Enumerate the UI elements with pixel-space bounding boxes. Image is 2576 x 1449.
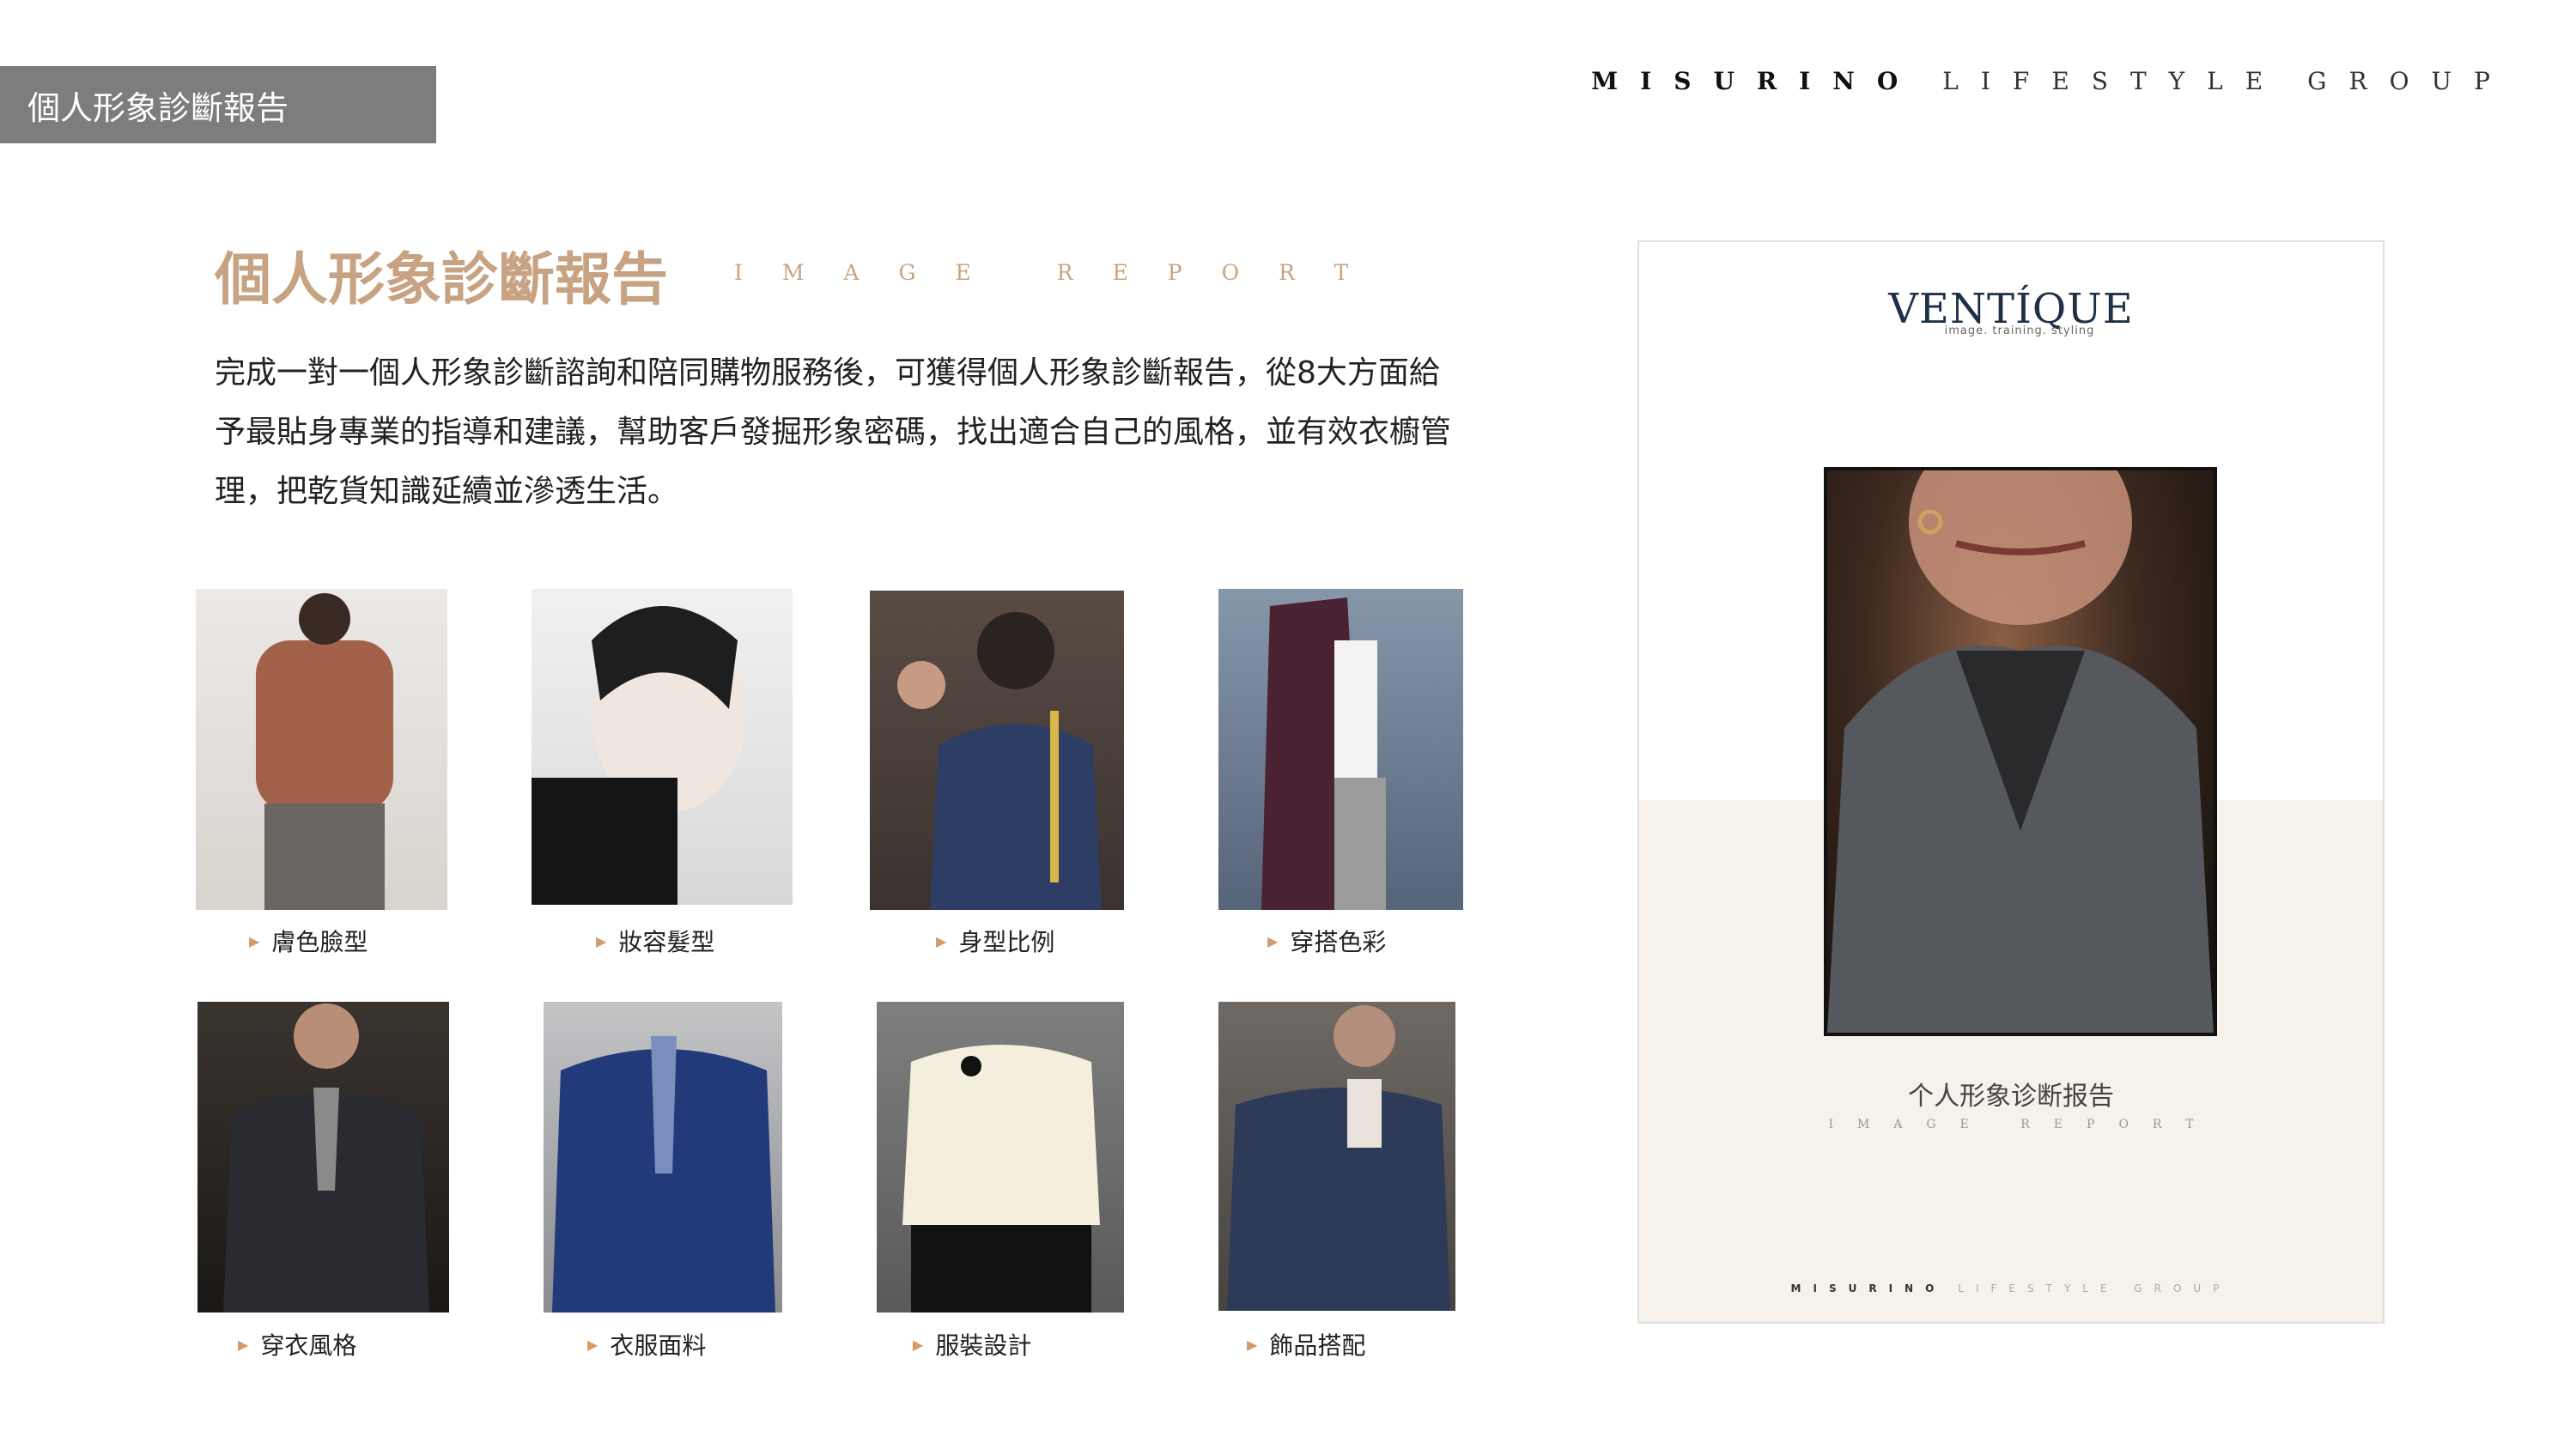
report-cover: VENTÍQUE image. training. styling 个人形象诊断… bbox=[1637, 240, 2385, 1324]
caption-label: 穿搭色彩 bbox=[1290, 928, 1387, 956]
cover-brand-part1: MISURINO bbox=[1790, 1282, 1947, 1294]
section-tag: 個人形象診斷報告 bbox=[0, 66, 436, 143]
caption-label: 膚色臉型 bbox=[271, 928, 368, 956]
caption-fabric: ▶ 衣服面料 bbox=[587, 1327, 706, 1361]
photo-outfit-color bbox=[1218, 589, 1463, 910]
caret-right-icon: ▶ bbox=[249, 932, 260, 949]
caption-garment-design: ▶ 服裝設計 bbox=[913, 1327, 1031, 1361]
caret-right-icon: ▶ bbox=[1247, 1336, 1258, 1353]
page-heading-sub: IMAGE REPORT bbox=[734, 260, 1388, 285]
photo-skin-face bbox=[196, 589, 447, 910]
photo-accessories bbox=[1218, 1002, 1455, 1311]
cover-brand-part2: LIFESTYLE GROUP bbox=[1958, 1282, 2232, 1294]
page-heading: 個人形象診斷報告 bbox=[215, 246, 668, 312]
photo-fabric bbox=[544, 1002, 782, 1313]
caption-makeup-hair: ▶ 妝容髮型 bbox=[596, 924, 714, 958]
brand-wordmark: MISURINO LIFESTYLE GROUP bbox=[1591, 67, 2512, 95]
caption-label: 身型比例 bbox=[958, 928, 1055, 956]
brand-part1: MISURINO bbox=[1591, 67, 1921, 95]
caption-body-proportion: ▶ 身型比例 bbox=[936, 924, 1054, 958]
caption-label: 衣服面料 bbox=[610, 1331, 707, 1360]
cover-brand: MISURINO LIFESTYLE GROUP bbox=[1639, 1282, 2383, 1294]
caption-outfit-color: ▶ 穿搭色彩 bbox=[1267, 924, 1386, 958]
photo-makeup-hair bbox=[532, 589, 793, 905]
caption-label: 飾品搭配 bbox=[1269, 1331, 1366, 1360]
caption-label: 妝容髮型 bbox=[618, 928, 715, 956]
intro-paragraph: 完成一對一個人形象診斷諮詢和陪同購物服務後，可獲得個人形象診斷報告，從8大方面給… bbox=[215, 355, 1452, 509]
caption-accessories: ▶ 飾品搭配 bbox=[1247, 1327, 1365, 1361]
caption-label: 穿衣風格 bbox=[260, 1331, 357, 1360]
ventique-tagline: image. training. styling bbox=[1944, 324, 2095, 337]
caret-right-icon: ▶ bbox=[238, 1336, 249, 1353]
caption-skin-face: ▶ 膚色臉型 bbox=[249, 924, 368, 958]
cover-portrait bbox=[1824, 467, 2217, 1036]
caption-label: 服裝設計 bbox=[935, 1331, 1032, 1360]
photo-dressing-style bbox=[197, 1002, 449, 1313]
caret-right-icon: ▶ bbox=[587, 1336, 598, 1353]
brand-part3: GROUP bbox=[2307, 67, 2512, 95]
photo-body-proportion bbox=[870, 591, 1124, 910]
caret-right-icon: ▶ bbox=[913, 1336, 924, 1353]
cover-title: 个人形象诊断报告 bbox=[1908, 1082, 2114, 1112]
caption-dressing-style: ▶ 穿衣風格 bbox=[238, 1327, 356, 1361]
brand-part2: LIFESTYLE bbox=[1942, 67, 2286, 95]
cover-subtitle: IMAGE REPORT bbox=[1828, 1118, 2218, 1131]
caret-right-icon: ▶ bbox=[936, 932, 947, 949]
photo-garment-design bbox=[877, 1002, 1124, 1313]
caret-right-icon: ▶ bbox=[1267, 932, 1279, 949]
caret-right-icon: ▶ bbox=[596, 932, 607, 949]
